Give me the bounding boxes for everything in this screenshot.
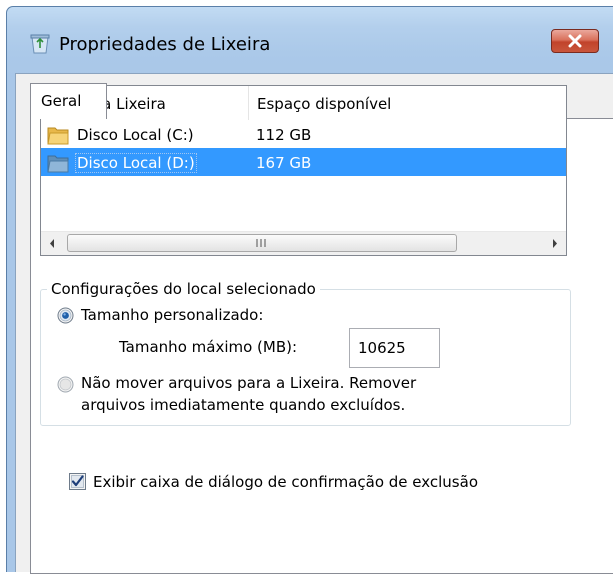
folder-icon: [47, 155, 69, 173]
tab-geral[interactable]: Geral: [30, 83, 107, 119]
confirm-delete-label[interactable]: Exibir caixa de diálogo de confirmação d…: [93, 471, 478, 493]
recycle-bin-locations-list[interactable]: Local da Lixeira Espaço disponível Disco…: [40, 85, 567, 256]
no-move-radio[interactable]: [57, 376, 74, 393]
tab-geral-label: Geral: [41, 92, 82, 110]
window-title: Propriedades de Lixeira: [59, 34, 271, 55]
no-move-label-line2[interactable]: arquivos imediatamente quando excluídos.: [81, 394, 405, 416]
scroll-left-button[interactable]: [41, 232, 65, 255]
location-name: Disco Local (C:): [77, 126, 194, 144]
location-name: Disco Local (D:): [75, 153, 197, 173]
arrow-right-icon: [553, 239, 557, 248]
close-button[interactable]: [551, 29, 599, 53]
list-item[interactable]: Disco Local (C:) 112 GB: [41, 120, 566, 148]
column-header-free-space[interactable]: Espaço disponível: [248, 86, 499, 120]
close-icon: [568, 34, 582, 48]
max-size-label: Tamanho máximo (MB):: [119, 338, 298, 356]
list-item-selected[interactable]: Disco Local (D:) 167 GB: [41, 148, 566, 176]
folder-icon: [47, 127, 69, 145]
custom-size-label[interactable]: Tamanho personalizado:: [81, 304, 263, 326]
custom-size-radio[interactable]: [57, 307, 74, 324]
grip-icon: [256, 239, 266, 247]
column-header-free-space-label: Espaço disponível: [257, 95, 392, 113]
horizontal-scrollbar[interactable]: [41, 231, 566, 255]
properties-window: Propriedades de Lixeira Geral Local da L…: [6, 6, 613, 574]
location-free-space: 167 GB: [256, 154, 312, 172]
recycle-bin-icon: [30, 34, 50, 54]
max-size-input[interactable]: [349, 328, 440, 368]
scroll-right-button[interactable]: [542, 232, 566, 255]
title-bar[interactable]: Propriedades de Lixeira: [7, 7, 613, 73]
confirm-delete-checkbox[interactable]: [69, 473, 86, 490]
no-move-label-line1[interactable]: Não mover arquivos para a Lixeira. Remov…: [81, 372, 416, 394]
scrollbar-thumb[interactable]: [67, 234, 457, 252]
location-free-space: 112 GB: [256, 126, 312, 144]
group-label: Configurações do local selecionado: [47, 279, 320, 299]
list-header: Local da Lixeira Espaço disponível: [41, 86, 566, 120]
selected-location-settings-group: Configurações do local selecionado Taman…: [40, 279, 571, 426]
arrow-left-icon: [50, 239, 54, 248]
